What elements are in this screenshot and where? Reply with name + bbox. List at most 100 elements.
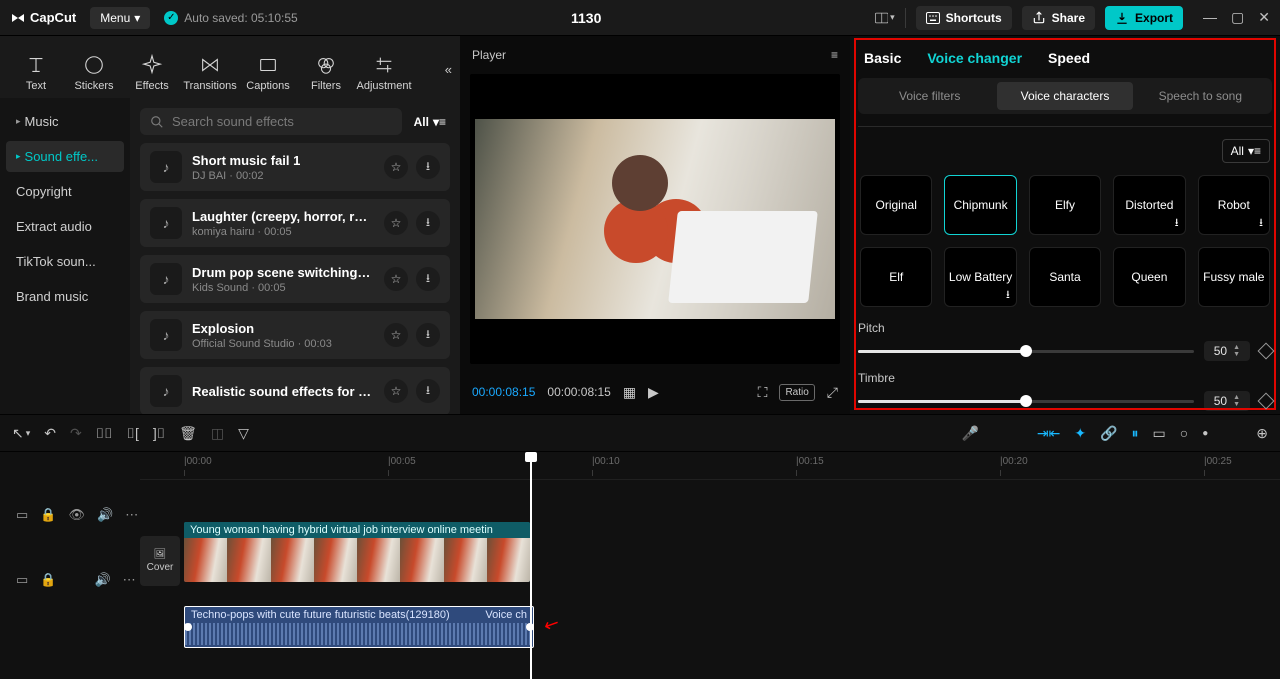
pitch-slider[interactable] <box>858 350 1194 353</box>
cover-button[interactable]: 🖼Cover <box>140 536 180 586</box>
undo-button[interactable]: ↶ <box>44 425 56 442</box>
subtab-voice-filters[interactable]: Voice filters <box>862 82 997 110</box>
filter-all-button[interactable]: All▾≡ <box>410 111 450 133</box>
delete-tool[interactable]: 🗑 <box>179 425 197 442</box>
voice-santa[interactable]: Santa <box>1029 247 1101 307</box>
tab-transitions[interactable]: Transitions <box>184 54 236 98</box>
track-more-icon[interactable]: ⋯ <box>123 572 136 588</box>
timeline-tracks[interactable]: |00:00 |00:05 |00:10 |00:15 |00:20 |00:2… <box>140 452 1280 679</box>
track-collapse-icon[interactable]: ▭ <box>16 507 28 523</box>
export-button[interactable]: Export <box>1105 6 1183 30</box>
menu-button[interactable]: Menu ▾ <box>90 7 150 29</box>
trim-left-tool[interactable]: ⌷[ <box>127 425 139 442</box>
scan-icon[interactable]: ⛶ <box>758 384 768 401</box>
favorite-button[interactable]: ☆ <box>384 323 408 347</box>
voice-original[interactable]: Original <box>860 175 932 235</box>
shortcuts-button[interactable]: Shortcuts <box>916 6 1012 30</box>
maximize-button[interactable]: ▢ <box>1231 9 1244 26</box>
snap-tool[interactable]: ⇥⇤ <box>1037 425 1060 442</box>
play-button[interactable]: ▶ <box>648 384 659 401</box>
layout-icon[interactable]: ▾ <box>875 8 895 28</box>
zoom-out-button[interactable]: ○ <box>1180 425 1188 441</box>
zoom-slider-knob[interactable]: ● <box>1202 428 1208 439</box>
tab-speed[interactable]: Speed <box>1048 50 1090 66</box>
voice-queen[interactable]: Queen <box>1113 247 1185 307</box>
crop-tool[interactable]: ◫ <box>211 425 224 442</box>
keyframe-icon[interactable] <box>1258 393 1275 410</box>
track-mute-icon[interactable]: 🔊 <box>97 507 113 523</box>
subtab-speech-to-song[interactable]: Speech to song <box>1133 82 1268 110</box>
timbre-slider[interactable] <box>858 400 1194 403</box>
share-button[interactable]: Share <box>1022 6 1095 30</box>
list-item[interactable]: ♪ Laughter (creepy, horror, reso...komiy… <box>140 199 450 247</box>
trim-right-tool[interactable]: ]⌷ <box>153 425 165 442</box>
download-button[interactable]: ⭳ <box>416 155 440 179</box>
link-tool[interactable]: 🔗 <box>1100 425 1117 442</box>
video-preview[interactable] <box>470 74 840 364</box>
download-button[interactable]: ⭳ <box>416 379 440 403</box>
pitch-value[interactable]: 50▲▼ <box>1204 341 1250 361</box>
favorite-button[interactable]: ☆ <box>384 379 408 403</box>
list-item[interactable]: ♪ Short music fail 1DJ BAI · 00:02 ☆⭳ <box>140 143 450 191</box>
voice-elf[interactable]: Elf <box>860 247 932 307</box>
stepper-icon[interactable]: ▲▼ <box>1233 344 1240 358</box>
track-more-icon[interactable]: ⋯ <box>125 507 138 523</box>
zoom-fit-button[interactable]: ⊕ <box>1256 425 1268 442</box>
list-item[interactable]: ♪ Drum pop scene switching(11...Kids Sou… <box>140 255 450 303</box>
voice-elfy[interactable]: Elfy <box>1029 175 1101 235</box>
voice-robot[interactable]: Robot⭳ <box>1198 175 1270 235</box>
track-collapse-icon[interactable]: ▭ <box>16 572 28 588</box>
magnet-tool[interactable]: ✦ <box>1074 425 1086 442</box>
close-button[interactable]: ✕ <box>1258 9 1270 26</box>
split-tool[interactable]: ⌷⌷ <box>96 425 113 442</box>
sidebar-item-music[interactable]: ▸Music <box>6 106 124 137</box>
track-lock-icon[interactable]: 🔒 <box>40 572 56 588</box>
align-tool[interactable]: ⏸ <box>1132 425 1139 442</box>
sidebar-item-brand-music[interactable]: Brand music <box>6 281 124 312</box>
ratio-button[interactable]: Ratio <box>779 384 814 401</box>
voice-low-battery[interactable]: Low Battery⭳ <box>944 247 1016 307</box>
tab-filters[interactable]: Filters <box>300 54 352 98</box>
download-button[interactable]: ⭳ <box>416 267 440 291</box>
playhead[interactable] <box>530 452 532 679</box>
keyframe-icon[interactable] <box>1258 343 1275 360</box>
video-clip[interactable]: Young woman having hybrid virtual job in… <box>184 522 530 582</box>
audio-clip[interactable]: Techno-pops with cute future futuristic … <box>184 606 534 648</box>
voice-fussy-male[interactable]: Fussy male <box>1198 247 1270 307</box>
voice-filter-all[interactable]: All▾≡ <box>1222 139 1270 163</box>
fullscreen-icon[interactable]: ⤢ <box>827 384 838 401</box>
stepper-icon[interactable]: ▲▼ <box>1233 394 1240 408</box>
timbre-value[interactable]: 50▲▼ <box>1204 391 1250 411</box>
tab-text[interactable]: Text <box>10 54 62 98</box>
player-menu-icon[interactable]: ≡ <box>831 48 838 62</box>
search-input[interactable]: Search sound effects <box>140 108 402 135</box>
track-mute-icon[interactable]: 🔊 <box>94 572 110 588</box>
grid-icon[interactable]: ▦ <box>623 384 636 401</box>
track-lock-icon[interactable]: 🔒 <box>40 507 56 523</box>
favorite-button[interactable]: ☆ <box>384 267 408 291</box>
list-item[interactable]: ♪ Realistic sound effects for typi... ☆⭳ <box>140 367 450 414</box>
favorite-button[interactable]: ☆ <box>384 211 408 235</box>
minimize-button[interactable]: — <box>1203 9 1217 26</box>
collapse-icon[interactable]: « <box>445 62 452 77</box>
preview-tool[interactable]: ▭ <box>1153 425 1166 442</box>
cursor-tool[interactable]: ↖ ▾ <box>12 425 30 442</box>
download-button[interactable]: ⭳ <box>416 323 440 347</box>
subtab-voice-characters[interactable]: Voice characters <box>997 82 1132 110</box>
tab-basic[interactable]: Basic <box>864 50 901 66</box>
sidebar-item-extract-audio[interactable]: Extract audio <box>6 211 124 242</box>
tab-captions[interactable]: Captions <box>242 54 294 98</box>
tab-voice-changer[interactable]: Voice changer <box>927 50 1022 66</box>
clip-handle-left[interactable] <box>184 623 192 631</box>
tab-stickers[interactable]: Stickers <box>68 54 120 98</box>
sidebar-item-copyright[interactable]: Copyright <box>6 176 124 207</box>
sidebar-item-sound-effects[interactable]: ▸Sound effe... <box>6 141 124 172</box>
microphone-button[interactable]: 🎤 <box>961 425 978 442</box>
timeline-ruler[interactable]: |00:00 |00:05 |00:10 |00:15 |00:20 |00:2… <box>140 452 1280 480</box>
list-item[interactable]: ♪ ExplosionOfficial Sound Studio · 00:03… <box>140 311 450 359</box>
tab-adjustment[interactable]: Adjustment <box>358 54 410 98</box>
tab-effects[interactable]: Effects <box>126 54 178 98</box>
voice-chipmunk[interactable]: Chipmunk <box>944 175 1016 235</box>
marker-tool[interactable]: ▽ <box>238 425 249 442</box>
download-button[interactable]: ⭳ <box>416 211 440 235</box>
